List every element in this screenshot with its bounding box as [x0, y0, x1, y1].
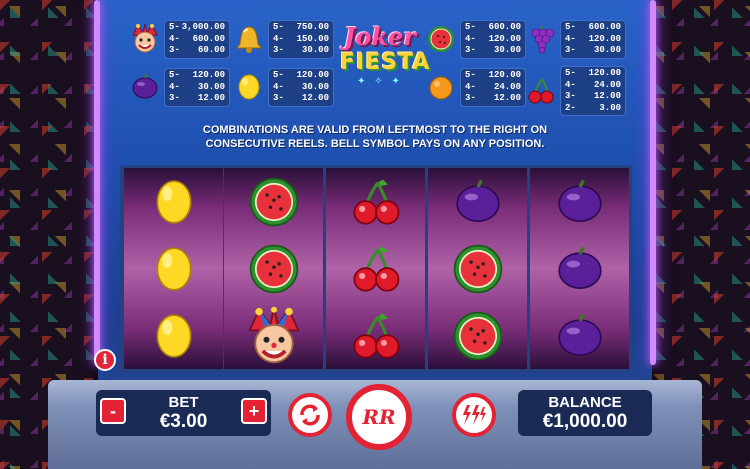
balance-value: €1,000.00	[542, 411, 628, 432]
turbo-button[interactable]	[452, 393, 496, 437]
lemon-icon	[232, 70, 266, 104]
autoplay-icon	[300, 404, 320, 426]
rules-text: COMBINATIONS ARE VALID FROM LEFTMOST TO …	[150, 123, 600, 151]
paytable-entry-cherry: 5- 120.00 4- 24.00 3- 12.00 2- 3.00	[524, 66, 626, 116]
lightning-icon	[463, 405, 486, 425]
paytable-entry-bell: 5- 750.00 4- 150.00 3- 30.00	[232, 20, 334, 59]
balance-label: BALANCE	[548, 394, 622, 411]
paytable-entry-orange: 5- 120.00 4- 24.00 3- 12.00	[424, 68, 526, 107]
paytable-values: 5- 600.00 4- 120.00 3- 30.00	[560, 20, 626, 59]
grapes-icon	[524, 22, 558, 56]
rules-line-1: COMBINATIONS ARE VALID FROM LEFTMOST TO …	[202, 124, 548, 136]
sparkle-decoration: ✦ ✧ ✦	[357, 76, 403, 87]
logo-joker-text: Joker	[344, 22, 416, 51]
paytable-entry-joker: 5- 3,000.00 4- 600.00 3- 60.00	[128, 20, 230, 59]
neon-strip-left	[94, 0, 100, 365]
watermelon-icon	[224, 235, 323, 302]
paytable-values: 5- 600.00 4- 120.00 3- 30.00	[460, 20, 526, 59]
reel-2	[224, 168, 323, 369]
paytable-values: 5- 3,000.00 4- 600.00 3- 60.00	[164, 20, 230, 59]
cherry-icon	[326, 168, 425, 235]
reel-5	[530, 168, 629, 369]
joker-icon	[128, 22, 162, 56]
paytable-values: 5- 120.00 4- 30.00 3- 12.00	[164, 68, 230, 107]
cherry-icon	[524, 74, 558, 108]
spin-logo: RR	[362, 405, 396, 429]
paytable-values: 5- 120.00 4- 30.00 3- 12.00	[268, 68, 334, 107]
plum-icon	[128, 70, 162, 104]
orange-icon	[424, 70, 458, 104]
autoplay-button[interactable]	[288, 393, 332, 437]
watermelon-icon	[428, 235, 527, 302]
bell-icon	[232, 22, 266, 56]
cherry-icon	[326, 302, 425, 369]
lemon-icon	[124, 235, 223, 302]
paytable-entry-plum: 5- 120.00 4- 30.00 3- 12.00	[128, 68, 230, 107]
paytable-entry-grapes: 5- 600.00 4- 120.00 3- 30.00	[524, 20, 626, 59]
reel-3	[326, 168, 425, 369]
lemon-icon	[124, 168, 223, 235]
game-logo: Joker FIESTA ✦ ✧ ✦	[340, 22, 431, 106]
cherry-icon	[326, 235, 425, 302]
balance-panel: BALANCE €1,000.00	[518, 390, 652, 436]
plum-icon	[428, 168, 527, 235]
plum-icon	[530, 235, 629, 302]
watermelon-icon	[428, 302, 527, 369]
paytable-values: 5- 120.00 4- 24.00 3- 12.00	[460, 68, 526, 107]
increase-bet-button[interactable]: +	[241, 398, 267, 424]
neon-strip-right	[650, 0, 656, 365]
plum-icon	[530, 168, 629, 235]
watermelon-icon	[224, 168, 323, 235]
reel-4	[428, 168, 527, 369]
paytable-entry-lemon: 5- 120.00 4- 30.00 3- 12.00	[232, 68, 334, 107]
paytable-values: 5- 120.00 4- 24.00 3- 12.00 2- 3.00	[560, 66, 626, 116]
reel-1	[124, 168, 223, 369]
paytable-entry-watermelon: 5- 600.00 4- 120.00 3- 30.00	[424, 20, 526, 59]
logo-fiesta-text: FIESTA	[340, 50, 431, 75]
lemon-icon	[124, 302, 223, 369]
spin-button[interactable]: RR	[346, 384, 412, 450]
rules-line-2: CONSECUTIVE REELS. BELL SYMBOL PAYS ON A…	[205, 138, 545, 150]
joker-icon	[224, 302, 323, 369]
info-button[interactable]: i	[94, 349, 116, 371]
plum-icon	[530, 302, 629, 369]
decrease-bet-button[interactable]: -	[100, 398, 126, 424]
paytable-values: 5- 750.00 4- 150.00 3- 30.00	[268, 20, 334, 59]
